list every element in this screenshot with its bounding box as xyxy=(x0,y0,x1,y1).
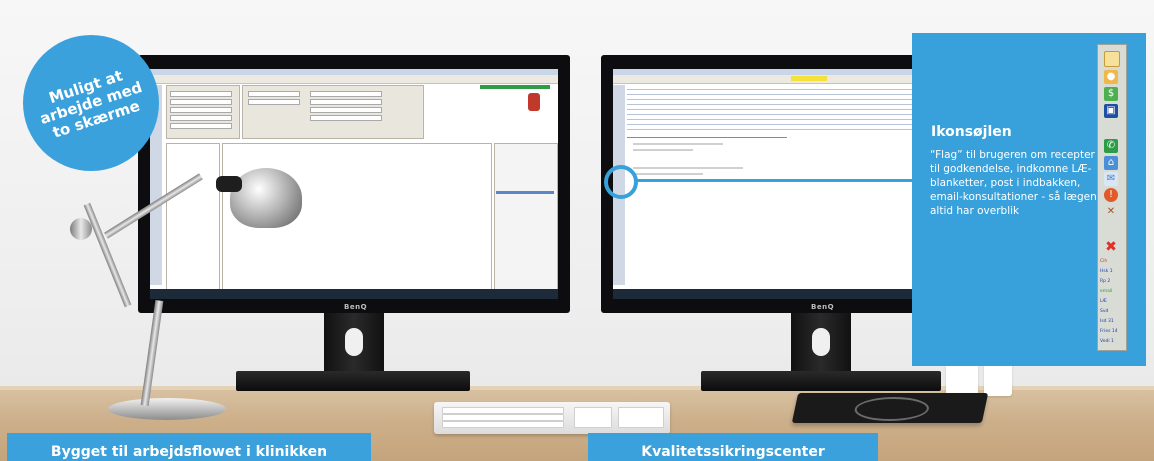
close-icon[interactable]: ✖ xyxy=(1104,240,1118,254)
home-icon[interactable]: ⌂ xyxy=(1104,156,1118,170)
iconbar-label[interactable]: Fries 14 xyxy=(1100,329,1124,334)
tools-icon[interactable]: ✕ xyxy=(1104,205,1118,219)
right-brand-logo: BenQ xyxy=(811,303,835,311)
dual-screen-badge: Muligt at arbejde med to skærme xyxy=(23,35,159,171)
left-monitor: BenQ xyxy=(138,55,570,395)
iconbar-label[interactable]: email xyxy=(1100,289,1124,294)
iconbar-label[interactable]: Hsk 1 xyxy=(1100,269,1124,274)
money-icon[interactable]: $ xyxy=(1104,87,1118,101)
monitor-icon[interactable]: ▣ xyxy=(1104,104,1118,118)
icon-column: ● $ ▣ ✆ ⌂ ✉ ! ✕ ✖ Cih Hsk 1 Rp 2 email L… xyxy=(1097,44,1127,351)
person-icon[interactable]: ● xyxy=(1104,70,1118,84)
window-icon[interactable] xyxy=(1104,51,1120,67)
callout-connector-line xyxy=(635,179,912,182)
left-brand-logo: BenQ xyxy=(344,303,368,311)
callout-body: “Flag” til brugeren om recepter til godk… xyxy=(930,149,1097,217)
iconbar-label[interactable]: Isd 31 xyxy=(1100,319,1124,324)
quality-center-tab[interactable]: Kvalitetssikringscenter xyxy=(588,433,878,461)
iconbar-label[interactable]: LÆ xyxy=(1100,299,1124,304)
iconbar-label[interactable]: Rp 2 xyxy=(1100,279,1124,284)
alert-icon[interactable]: ! xyxy=(1104,188,1118,202)
callout-title: Ikonsøjlen xyxy=(931,124,1012,140)
callout-highlight-ring xyxy=(604,165,638,199)
badge-text: Muligt at arbejde med to skærme xyxy=(37,66,145,142)
mail-icon[interactable]: ✉ xyxy=(1104,172,1118,186)
product-scene: BenQ BenQ Muligt at arbejde med to skærm… xyxy=(0,0,1154,461)
left-screen xyxy=(150,69,558,299)
keyboard xyxy=(434,402,670,434)
iconbar-label[interactable]: Vedi 1 xyxy=(1100,339,1124,344)
phone-icon[interactable]: ✆ xyxy=(1104,139,1118,153)
notebook xyxy=(791,393,989,423)
workflow-tab[interactable]: Bygget til arbejdsflowet i klinikken xyxy=(7,433,371,461)
iconbar-label[interactable]: Svd xyxy=(1100,309,1124,314)
iconbar-label[interactable]: Cih xyxy=(1100,259,1124,264)
